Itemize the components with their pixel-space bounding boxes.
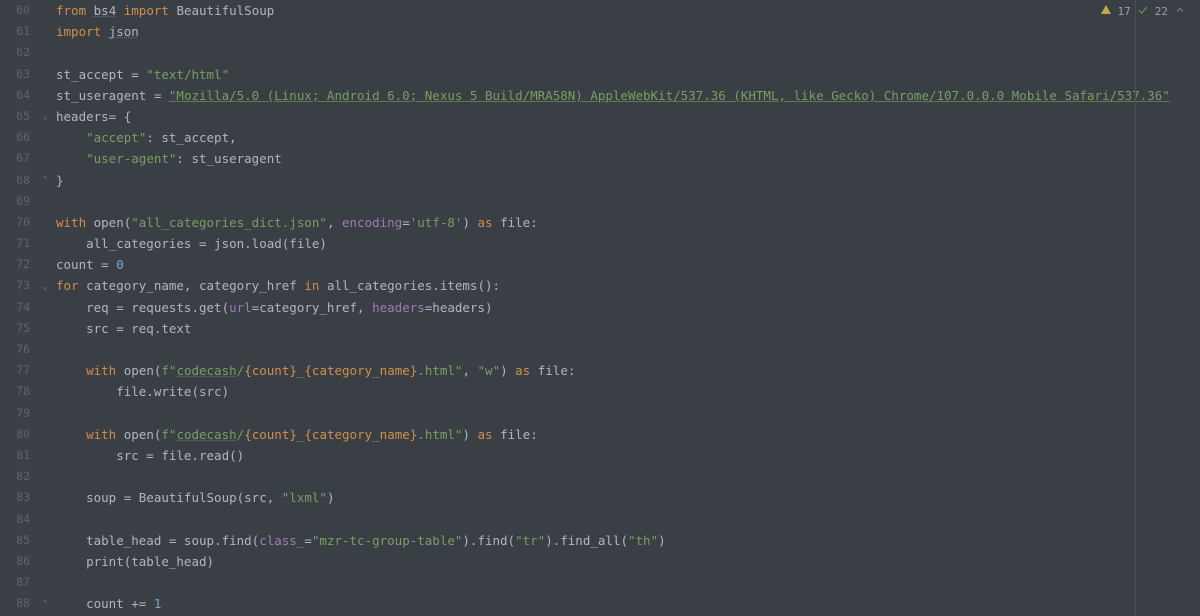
code-line[interactable]: headers= { (56, 106, 1200, 127)
code-line[interactable] (56, 42, 1200, 63)
fold-toggle-icon[interactable]: ⌃ (38, 170, 52, 191)
line-number: 78 (0, 381, 30, 402)
fold-toggle-icon[interactable]: ⌄ (38, 106, 52, 127)
code-line[interactable] (56, 191, 1200, 212)
line-number: 75 (0, 318, 30, 339)
code-line[interactable]: "user-agent": st_useragent (56, 148, 1200, 169)
line-number: 68 (0, 170, 30, 191)
warning-count: 17 (1118, 5, 1131, 18)
fold-toggle-icon[interactable]: ⌃ (38, 594, 52, 615)
line-number: 87 (0, 572, 30, 593)
code-line[interactable]: st_useragent = "Mozilla/5.0 (Linux; Andr… (56, 85, 1200, 106)
code-line[interactable]: table_head = soup.find(class_="mzr-tc-gr… (56, 530, 1200, 551)
line-number: 73 (0, 275, 30, 296)
pass-count: 22 (1155, 5, 1168, 18)
line-number: 69 (0, 191, 30, 212)
code-line[interactable]: "accept": st_accept, (56, 127, 1200, 148)
code-line[interactable]: all_categories = json.load(file) (56, 233, 1200, 254)
code-line[interactable] (56, 509, 1200, 530)
line-number: 62 (0, 42, 30, 63)
fold-toggle-icon[interactable]: ⌄ (38, 276, 52, 297)
line-number: 76 (0, 339, 30, 360)
code-line[interactable] (56, 466, 1200, 487)
line-number: 86 (0, 551, 30, 572)
line-number: 85 (0, 530, 30, 551)
line-number: 88 (0, 593, 30, 614)
code-line[interactable]: } (56, 170, 1200, 191)
fold-glyph-margin[interactable]: ⌄ ⌃ ⌄ ⌃ (38, 0, 52, 616)
line-number: 61 (0, 21, 30, 42)
code-line[interactable]: count += 1 (56, 593, 1200, 614)
code-line[interactable]: for category_name, category_href in all_… (56, 275, 1200, 296)
line-number: 72 (0, 254, 30, 275)
code-line[interactable]: src = req.text (56, 318, 1200, 339)
line-number: 64 (0, 85, 30, 106)
code-area[interactable]: 17 22 from bs4 import BeautifulSoup impo… (52, 0, 1200, 616)
code-line[interactable]: st_accept = "text/html" (56, 64, 1200, 85)
code-line[interactable]: import json (56, 21, 1200, 42)
code-line[interactable]: with open(f"codecash/{count}_{category_n… (56, 424, 1200, 445)
line-number: 82 (0, 466, 30, 487)
line-number: 66 (0, 127, 30, 148)
pass-icon (1137, 4, 1149, 19)
line-number: 81 (0, 445, 30, 466)
line-number: 74 (0, 297, 30, 318)
line-number: 70 (0, 212, 30, 233)
line-number: 63 (0, 64, 30, 85)
inspection-status[interactable]: 17 22 (1100, 4, 1187, 19)
line-number: 79 (0, 403, 30, 424)
line-number-gutter: 6061626364656667686970717273747576777879… (0, 0, 38, 616)
warning-icon (1100, 4, 1112, 19)
line-number: 71 (0, 233, 30, 254)
line-number: 65 (0, 106, 30, 127)
code-line[interactable]: print(table_head) (56, 551, 1200, 572)
code-line[interactable]: soup = BeautifulSoup(src, "lxml") (56, 487, 1200, 508)
code-line[interactable]: count = 0 (56, 254, 1200, 275)
line-number: 84 (0, 509, 30, 530)
code-editor[interactable]: 6061626364656667686970717273747576777879… (0, 0, 1200, 616)
code-line[interactable]: req = requests.get(url=category_href, he… (56, 297, 1200, 318)
code-line[interactable]: file.write(src) (56, 381, 1200, 402)
code-line[interactable]: with open("all_categories_dict.json", en… (56, 212, 1200, 233)
line-number: 77 (0, 360, 30, 381)
chevron-up-icon[interactable] (1174, 4, 1186, 19)
line-number: 60 (0, 0, 30, 21)
code-line[interactable]: src = file.read() (56, 445, 1200, 466)
code-line[interactable] (56, 572, 1200, 593)
code-line[interactable] (56, 403, 1200, 424)
code-line[interactable]: with open(f"codecash/{count}_{category_n… (56, 360, 1200, 381)
line-number: 83 (0, 487, 30, 508)
line-number: 67 (0, 148, 30, 169)
line-number: 80 (0, 424, 30, 445)
code-line[interactable] (56, 339, 1200, 360)
code-line[interactable]: from bs4 import BeautifulSoup (56, 0, 1200, 21)
